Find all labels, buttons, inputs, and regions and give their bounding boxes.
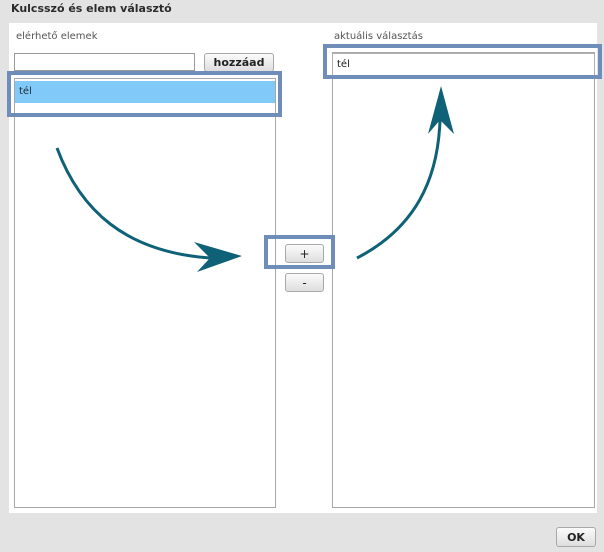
new-item-input[interactable] <box>14 53 195 71</box>
available-item[interactable]: tél <box>15 81 275 103</box>
current-selection-list[interactable]: tél <box>332 52 595 508</box>
ok-button[interactable]: OK <box>556 527 596 547</box>
available-items-list[interactable]: tél <box>14 78 276 508</box>
current-selection-label: aktuális választás <box>334 31 423 42</box>
add-to-selection-button[interactable]: + <box>285 244 324 263</box>
add-button[interactable]: hozzáad <box>204 53 274 72</box>
remove-from-selection-button[interactable]: - <box>285 273 324 292</box>
available-items-label: elérhető elemek <box>16 31 98 42</box>
selected-item[interactable]: tél <box>332 53 595 76</box>
dialog-title: Kulcsszó és elem választó <box>11 2 172 15</box>
